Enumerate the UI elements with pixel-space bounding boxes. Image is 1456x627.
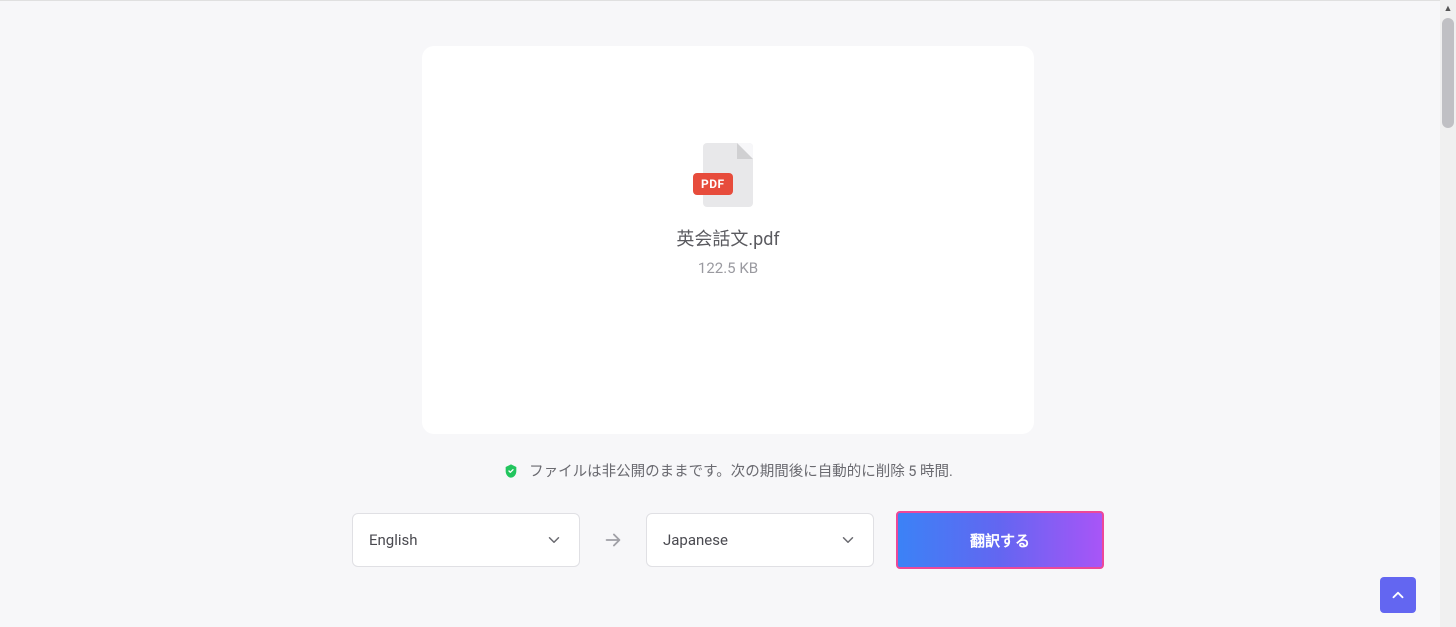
chevron-up-icon [1389,586,1407,604]
translate-button-label: 翻訳する [970,530,1030,551]
file-size: 122.5 KB [698,259,758,277]
scrollbar-thumb[interactable] [1442,18,1454,128]
privacy-notice: ファイルは非公開のままです。次の期間後に自動的に削除 5 時間. [503,460,953,481]
arrow-right-icon [602,529,624,551]
shield-check-icon [503,463,519,479]
target-language-select[interactable]: Japanese [646,513,874,567]
top-divider [0,0,1456,1]
target-language-label: Japanese [663,531,728,549]
pdf-badge: PDF [693,173,733,195]
translation-controls: English Japanese 翻訳する [352,511,1104,569]
scroll-to-top-button[interactable] [1380,577,1416,613]
chevron-down-icon [545,531,563,549]
main-content: PDF 英会話文.pdf 122.5 KB ファイルは非公開のままです。次の期間… [0,0,1456,569]
translate-button[interactable]: 翻訳する [896,511,1104,569]
privacy-text: ファイルは非公開のままです。次の期間後に自動的に削除 5 時間. [529,460,953,481]
chevron-down-icon [839,531,857,549]
file-preview-card: PDF 英会話文.pdf 122.5 KB [422,46,1034,434]
source-language-select[interactable]: English [352,513,580,567]
scrollbar-arrow-up-icon[interactable]: ▲ [1440,0,1456,16]
scrollbar[interactable]: ▲ [1440,0,1456,627]
source-language-label: English [369,531,418,549]
document-fold-icon [737,143,753,159]
file-icon: PDF [703,143,753,207]
file-name: 英会話文.pdf [676,225,779,251]
